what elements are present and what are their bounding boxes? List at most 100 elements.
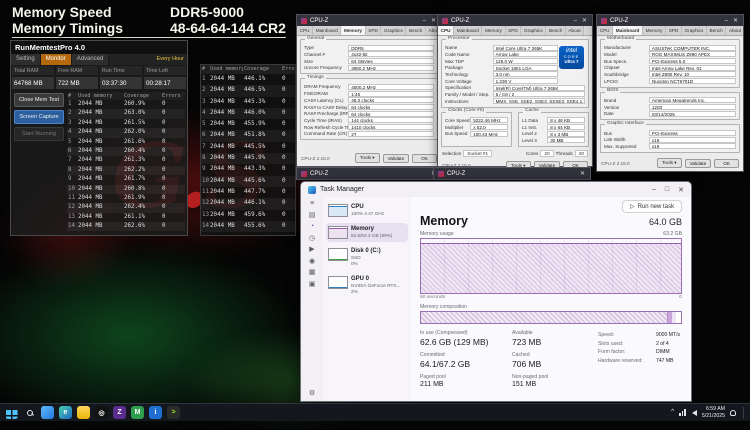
cpuz-tab[interactable]: About <box>566 26 584 35</box>
ok-button[interactable]: OK <box>714 159 739 168</box>
memtest-table-panel-2[interactable]: # Used memory Coverage Errors 12044 MB44… <box>200 64 296 236</box>
minimize-button[interactable]: – <box>573 18 578 24</box>
cpuz-tab[interactable]: Memory <box>341 26 365 35</box>
cpuz-tab[interactable]: Bench <box>406 26 425 35</box>
processes-icon[interactable]: ▤ <box>309 212 316 219</box>
taskbar-clock[interactable]: 6:59 AM 5/21/2025 <box>702 406 725 420</box>
cpuz-tab[interactable]: SPD <box>506 26 522 35</box>
terminal-icon[interactable]: > <box>167 406 180 419</box>
window-title: CPU-Z <box>451 18 469 24</box>
cpu-z-icon[interactable]: Z <box>113 406 126 419</box>
perf-item-disk-0-c[interactable]: Disk 0 (C:)SSD0% <box>326 245 408 270</box>
system-tray[interactable]: ^ 6:59 AM 5/21/2025 <box>671 406 745 420</box>
cell: Instructions <box>445 99 493 104</box>
cell: 9 <box>201 164 209 175</box>
settings-icon[interactable]: ⚙ <box>309 390 315 397</box>
close-button[interactable]: ✕ <box>581 17 588 24</box>
cpuz-tab[interactable]: About <box>726 26 743 35</box>
cell: Memory <box>646 28 663 33</box>
close-button[interactable]: ✕ <box>579 170 586 177</box>
tools-button[interactable]: Tools ▾ <box>355 153 380 163</box>
cpuz-tab[interactable]: Graphics <box>682 26 707 35</box>
show-desktop-button[interactable] <box>743 407 745 419</box>
cpuz-titlebar[interactable]: CPU-Z – ✕ <box>597 15 743 26</box>
cpuz-tab[interactable]: Graphics <box>521 26 546 35</box>
cpuz-tab[interactable]: Mainboard <box>454 26 482 35</box>
tray-chevron-icon[interactable]: ^ <box>671 409 674 416</box>
cpuz-tab[interactable]: SPD <box>666 26 682 35</box>
cpuz-titlebar[interactable]: CPU-Z – ✕ <box>438 15 592 26</box>
network-icon[interactable] <box>679 409 687 416</box>
windows-logo-icon <box>6 410 11 415</box>
validate-button[interactable]: Validate <box>383 154 410 163</box>
app-history-icon[interactable]: ◷ <box>309 235 315 242</box>
startup-apps-icon[interactable]: ▶ <box>309 246 314 253</box>
obs-icon[interactable]: ◎ <box>95 406 108 419</box>
close-mem-test-button[interactable]: Close Mem Test <box>14 93 64 107</box>
services-icon[interactable]: ▣ <box>309 281 316 288</box>
memtest-tab[interactable]: Advanced <box>72 54 110 65</box>
edge-icon[interactable]: e <box>59 406 72 419</box>
run-new-task-button[interactable]: ▷ Run new task <box>622 200 682 213</box>
users-icon[interactable]: ◉ <box>309 258 315 265</box>
start-button[interactable] <box>5 406 18 419</box>
validate-button[interactable]: Validate <box>685 159 712 168</box>
cpuz-tab[interactable]: CPU <box>597 26 613 35</box>
cpuz-window-memory[interactable]: CPU-Z – ✕ CPUMainboardMemorySPDGraphicsB… <box>296 14 442 167</box>
perf-item-cpu[interactable]: CPU100% 4.47 GHz <box>326 201 408 220</box>
close-button[interactable]: ✕ <box>430 17 437 24</box>
performance-icon[interactable]: ◔ <box>310 223 314 230</box>
socket-selector[interactable]: Socket #1 <box>463 150 492 157</box>
perf-item-memory[interactable]: Memory62.6/63.2 GB (99%) <box>326 223 408 242</box>
minimize-button[interactable]: – <box>724 18 729 24</box>
tools-button[interactable]: Tools ▾ <box>657 158 682 168</box>
search-button[interactable] <box>23 406 36 419</box>
task-manager-window[interactable]: Task Manager – □ ✕ ≡ ▤ ◔ ◷ ▶ ◉ ▦ ▣ ⚙ CPU100% 4.4… <box>300 181 692 402</box>
memtest-tab[interactable]: Setting <box>11 54 41 65</box>
perf-item-gpu-0[interactable]: GPU 0NVIDIA GeForce RTX...2% <box>326 273 408 298</box>
maximize-button[interactable]: □ <box>665 186 669 194</box>
cpuz-tab[interactable]: Graphics <box>381 26 406 35</box>
ok-button[interactable]: OK <box>412 154 437 163</box>
cpuz-tab[interactable]: SPD <box>366 26 382 35</box>
details-icon[interactable]: ▦ <box>309 269 316 276</box>
volume-icon[interactable] <box>692 410 697 416</box>
minimize-button[interactable]: – <box>422 18 427 24</box>
hwinfo-icon[interactable]: i <box>149 406 162 419</box>
cpuz-tab[interactable]: Mainboard <box>613 26 643 35</box>
cpuz-tab[interactable]: Mainboard <box>313 26 341 35</box>
close-button[interactable]: ✕ <box>732 17 739 24</box>
perf-item-text: CPU100% 4.47 GHz <box>351 204 384 217</box>
memtest-icon[interactable]: M <box>131 406 144 419</box>
file-explorer-icon[interactable] <box>77 406 90 419</box>
cpuz-tab[interactable]: Memory <box>482 26 505 35</box>
menu-icon[interactable]: ≡ <box>310 200 314 207</box>
cpuz-tab[interactable]: Bench <box>707 26 726 35</box>
close-button[interactable]: ✕ <box>678 186 684 194</box>
cpuz-tab[interactable]: CPU <box>297 26 313 35</box>
cpuz-window-mainboard[interactable]: CPU-Z – ✕ CPUMainboardMemorySPDGraphicsB… <box>596 14 744 172</box>
memory-spec: Form factor:DIMM <box>598 349 682 355</box>
cpuz-titlebar[interactable]: CPU-Z – ✕ <box>297 15 441 26</box>
minimize-button[interactable]: – <box>652 186 656 194</box>
cpuz-window-cpu[interactable]: CPU-Z – ✕ CPUMainboardMemorySPDGraphicsB… <box>437 14 593 167</box>
memtest-titlebar[interactable]: RunMemtestPro 4.0 <box>11 41 187 54</box>
cell: SPD <box>669 28 679 33</box>
cpuz-tab[interactable]: CPU <box>438 26 454 35</box>
field-row: BrandAmerican Megatrends Inc. <box>604 97 736 103</box>
memtest-window[interactable]: RunMemtestPro 4.0 SettingMonitorAdvanced… <box>10 40 188 236</box>
clocks-fields: Core Speed5222.46 MHzMultiplierx 52.0Bus… <box>445 117 508 136</box>
start-running-button[interactable]: Start Running <box>14 127 64 141</box>
screen-capture-button[interactable]: Screen Capture <box>14 110 64 124</box>
widgets-icon[interactable] <box>41 406 54 419</box>
memory-composition-bar[interactable] <box>420 311 682 324</box>
cpuz-window-minimized-1[interactable]: CPU-Z ✕ <box>296 167 442 180</box>
cpuz-tab[interactable]: Memory <box>643 26 666 35</box>
cores-value: 20 <box>540 150 553 157</box>
notification-bell-icon[interactable] <box>730 410 736 416</box>
cpuz-tab[interactable]: Bench <box>546 26 565 35</box>
task-manager-titlebar[interactable]: Task Manager – □ ✕ <box>301 182 691 197</box>
memtest-tab[interactable]: Monitor <box>41 54 72 65</box>
perf-item-text: GPU 0NVIDIA GeForce RTX...2% <box>351 276 400 295</box>
cpuz-window-minimized-2[interactable]: CPU-Z ✕ <box>433 167 591 180</box>
